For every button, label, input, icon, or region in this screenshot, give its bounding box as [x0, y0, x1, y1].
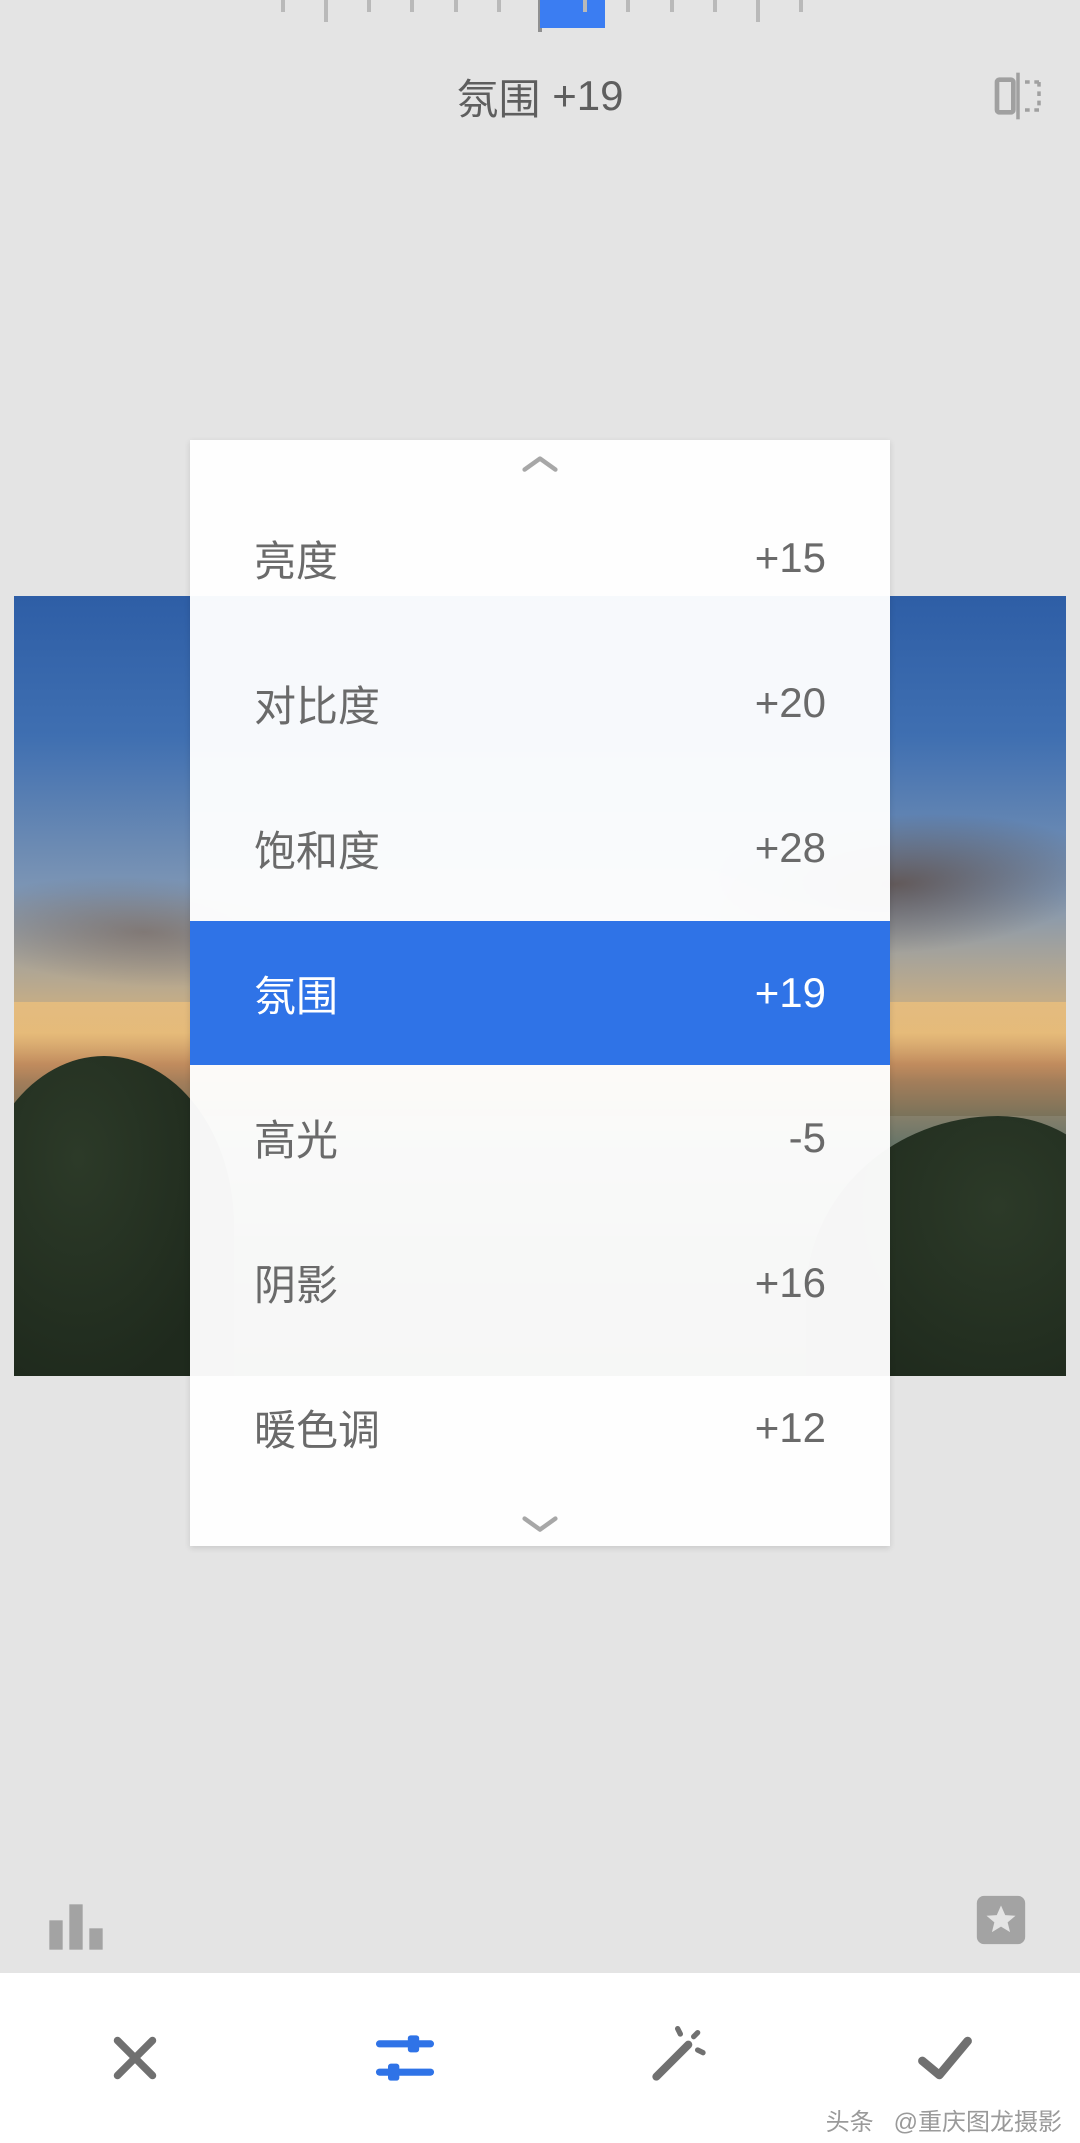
param-label: 高光 — [254, 1107, 338, 1168]
slider-fill — [540, 0, 605, 28]
chevron-down-icon — [517, 1512, 563, 1534]
parameter-panel[interactable]: 亮度 +15 对比度 +20 饱和度 +28 氛围 +19 高光 -5 阴影 +… — [190, 440, 890, 1546]
param-row-contrast[interactable]: 对比度 +20 — [190, 631, 890, 776]
compare-before-after-button[interactable] — [990, 68, 1046, 124]
auto-magic-button[interactable] — [639, 2022, 711, 2094]
param-row-brightness[interactable]: 亮度 +15 — [190, 486, 890, 631]
param-value: +20 — [755, 679, 826, 727]
param-row-shadows[interactable]: 阴影 +16 — [190, 1210, 890, 1355]
histogram-icon — [44, 1891, 108, 1955]
slider-ticks — [270, 0, 810, 32]
param-value: +28 — [755, 824, 826, 872]
param-value: +19 — [755, 969, 826, 1017]
current-param-value: +19 — [552, 72, 623, 120]
magic-wand-icon — [643, 2026, 707, 2090]
param-row-saturation[interactable]: 饱和度 +28 — [190, 776, 890, 921]
compare-icon — [990, 68, 1046, 124]
current-param-label: 氛围 — [457, 66, 541, 127]
panel-scroll-up[interactable] — [190, 440, 890, 486]
param-label: 氛围 — [254, 963, 338, 1024]
current-param-header: 氛围 +19 — [0, 46, 1080, 146]
watermark: 头条 @重庆图龙摄影 — [826, 2102, 1062, 2137]
param-label: 饱和度 — [254, 818, 380, 879]
param-value: +15 — [755, 534, 826, 582]
histogram-button[interactable] — [44, 1891, 108, 1955]
chevron-up-icon — [517, 452, 563, 474]
param-label: 对比度 — [254, 673, 380, 734]
panel-scroll-down[interactable] — [190, 1500, 890, 1546]
close-button[interactable] — [99, 2022, 171, 2094]
param-label: 暖色调 — [254, 1397, 380, 1458]
lower-action-row — [0, 1868, 1080, 1978]
confirm-button[interactable] — [909, 2022, 981, 2094]
param-label: 阴影 — [254, 1252, 338, 1313]
watermark-prefix: 头条 — [826, 2109, 874, 2136]
star-icon — [972, 1891, 1030, 1949]
close-icon — [105, 2028, 165, 2088]
param-label: 亮度 — [254, 528, 338, 589]
param-value: +16 — [755, 1259, 826, 1307]
favorite-button[interactable] — [972, 1891, 1036, 1955]
check-icon — [911, 2024, 979, 2092]
param-row-highlights[interactable]: 高光 -5 — [190, 1065, 890, 1210]
adjust-button[interactable] — [369, 2022, 441, 2094]
sliders-icon — [371, 2024, 439, 2092]
param-row-warmth[interactable]: 暖色调 +12 — [190, 1355, 890, 1500]
param-row-ambiance[interactable]: 氛围 +19 — [190, 921, 890, 1066]
param-value: +12 — [755, 1404, 826, 1452]
watermark-handle: @重庆图龙摄影 — [894, 2109, 1062, 2136]
param-value: -5 — [789, 1114, 826, 1162]
value-slider[interactable] — [270, 0, 810, 32]
